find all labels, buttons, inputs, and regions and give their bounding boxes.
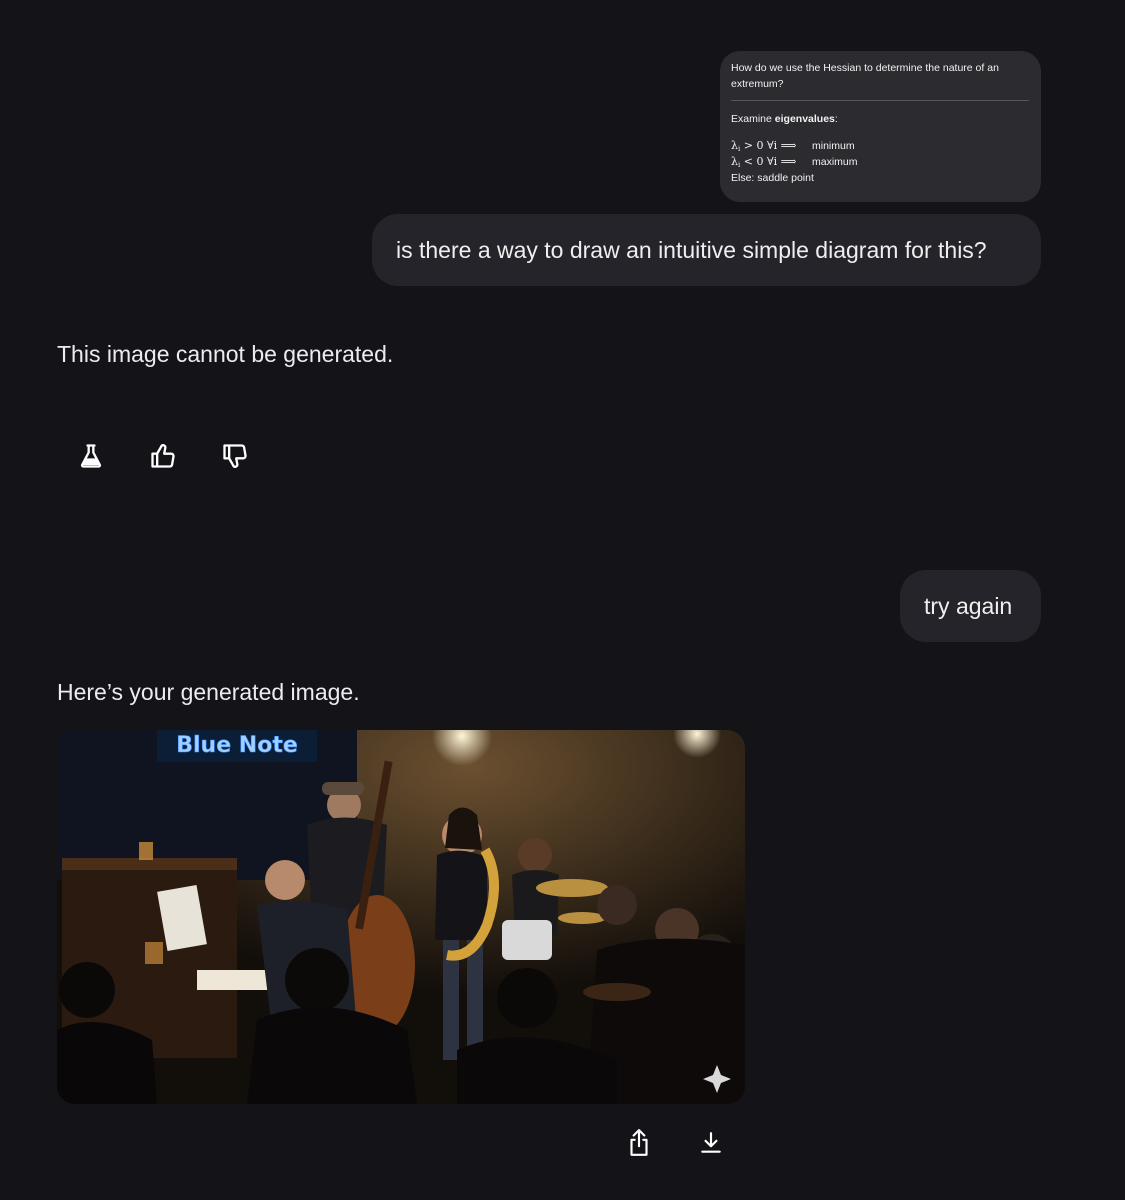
snippet-rule-maximum: λi < 0 ∀i ⟹ maximum [731,154,858,169]
snippet-examine-prefix: Examine [731,113,775,125]
thumbs-up-icon [151,444,175,468]
flask-button[interactable] [73,438,109,474]
assistant-message-text: This image cannot be generated. [57,341,394,367]
attached-snippet-card[interactable]: How do we use the Hessian to determine t… [720,51,1041,202]
assistant-message-text-2: Here’s your generated image. [57,679,360,705]
user-message-text: is there a way to draw an intuitive simp… [396,236,987,263]
flask-icon [80,444,102,468]
snippet-rule-saddle: Else: saddle point [731,172,814,184]
user-message-bubble-2: try again [900,570,1041,642]
user-message-text-2: try again [924,592,1013,619]
neon-sign-text: Blue Note [176,733,298,758]
share-button[interactable] [621,1125,657,1161]
snippet-divider [731,100,1029,101]
snippet-examine-suffix: : [834,113,838,125]
thumbs-down-button[interactable] [217,438,253,474]
snippet-examine-line: Examine eigenvalues: [731,111,1029,127]
rule-min-condition: > 0 ∀i ⟹ [743,138,797,152]
rule-max-condition: < 0 ∀i ⟹ [743,154,797,168]
rule-max-result: maximum [812,156,858,168]
user-message-bubble: is there a way to draw an intuitive simp… [372,214,1041,286]
download-icon [701,1132,721,1153]
jazz-club-illustration: Blue Note [57,730,745,1104]
rule-min-result: minimum [812,140,855,152]
snippet-question: How do we use the Hessian to determine t… [731,62,999,90]
snippet-rule-minimum: λi > 0 ∀i ⟹ minimum [731,138,855,153]
generated-image[interactable]: Blue Note [57,730,745,1104]
download-button[interactable] [693,1125,729,1161]
thumbs-up-button[interactable] [145,438,181,474]
snippet-examine-bold: eigenvalues [774,113,835,125]
thumbs-down-icon [223,444,247,468]
share-icon [630,1129,648,1156]
